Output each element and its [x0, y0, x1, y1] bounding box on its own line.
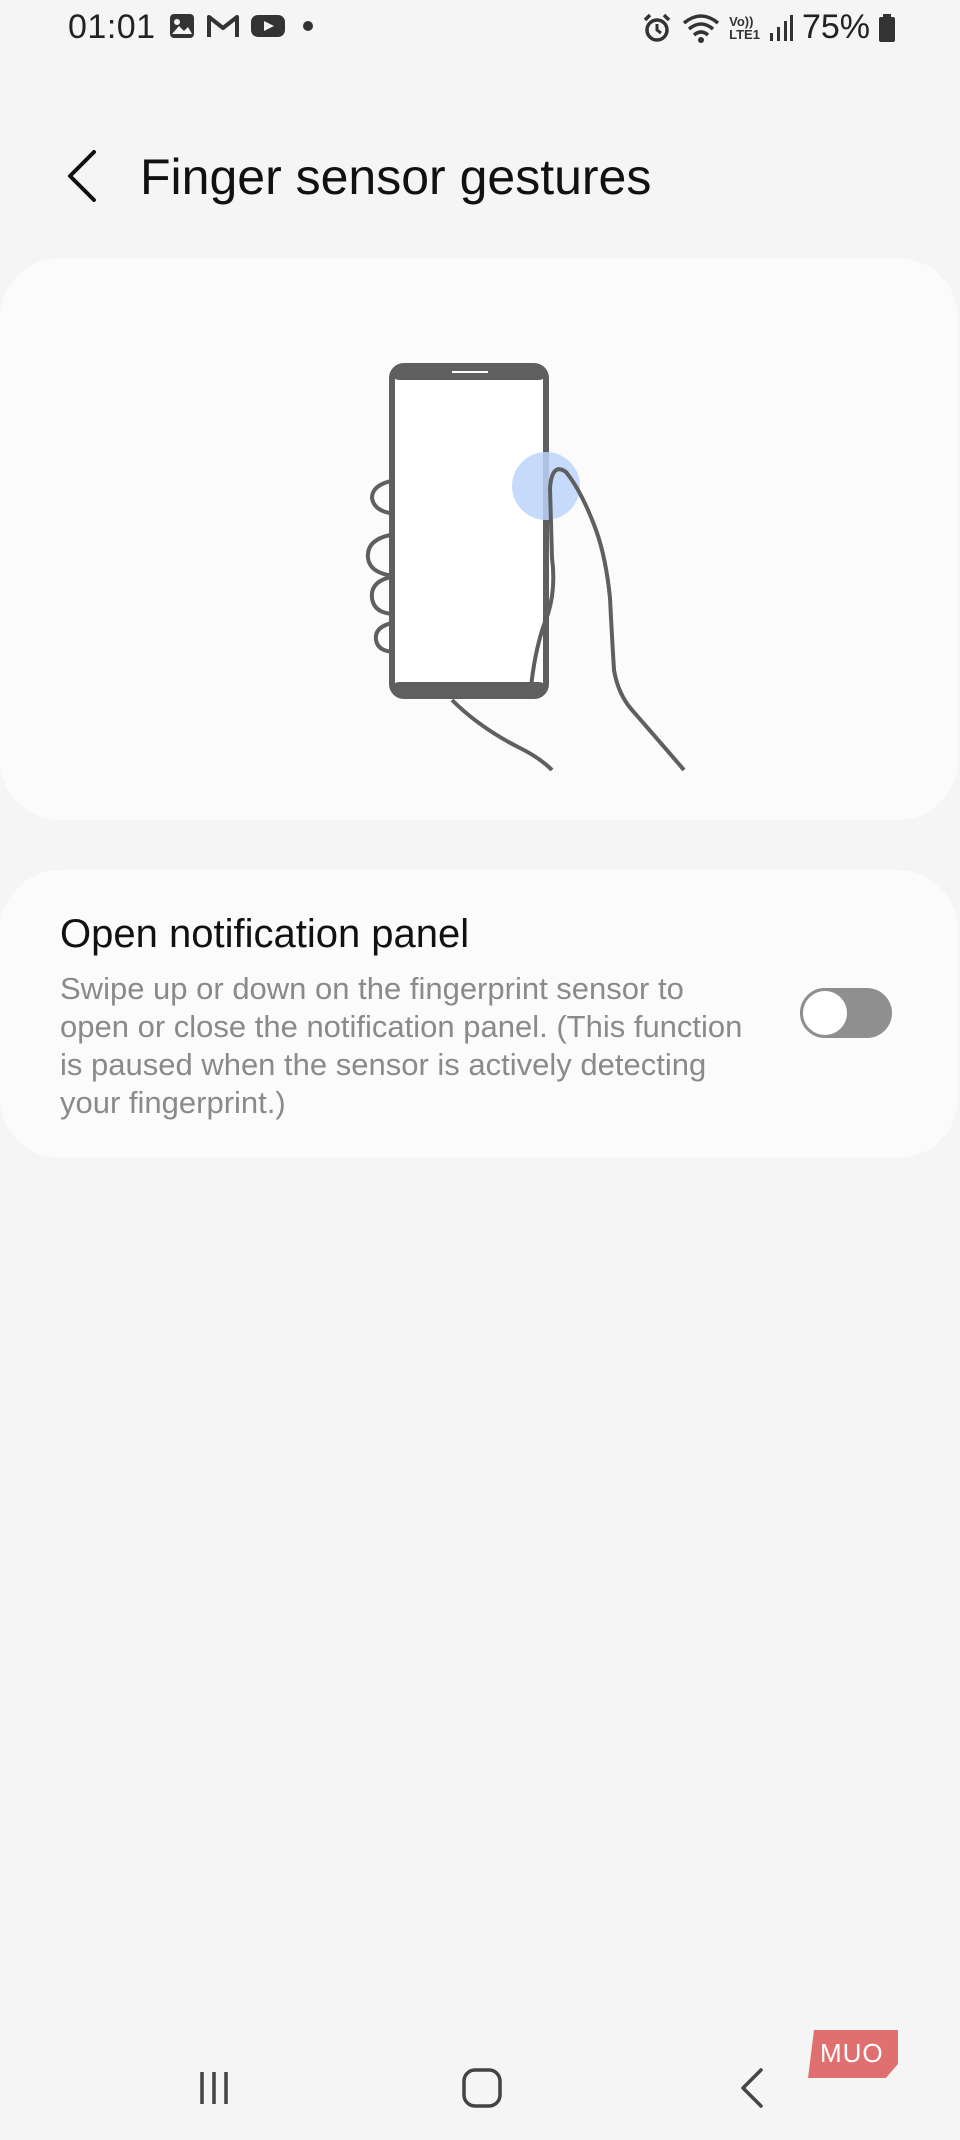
- hand-holding-phone-illustration: [365, 363, 686, 772]
- setting-description: Swipe up or down on the fingerprint sens…: [60, 971, 743, 1120]
- recents-icon: [194, 2068, 234, 2113]
- battery-percent: 75%: [801, 8, 870, 46]
- watermark-text: MUO: [820, 2038, 884, 2068]
- wifi-icon: [681, 12, 721, 44]
- setting-card-open-notification-panel[interactable]: Open notification panel Swipe up or down…: [0, 870, 958, 1158]
- battery-icon: [878, 13, 896, 43]
- app-header: Finger sensor gestures: [0, 140, 960, 220]
- signal-icon: [768, 13, 794, 43]
- status-bar: 01:01 Vo)) LTE1 75%: [0, 0, 960, 60]
- page-title: Finger sensor gestures: [140, 149, 652, 205]
- youtube-icon: [250, 12, 286, 40]
- muo-watermark: MUO: [804, 2030, 900, 2080]
- illustration-card: [0, 258, 958, 820]
- volte-lte-icon: Vo)) LTE1: [729, 15, 760, 41]
- chevron-left-icon: [64, 148, 100, 209]
- back-icon: [737, 2066, 767, 2115]
- status-notification-icons: [168, 12, 320, 40]
- toggle-knob: [800, 988, 850, 1038]
- setting-title: Open notification panel: [60, 912, 470, 956]
- nav-back-button[interactable]: [722, 2060, 782, 2120]
- gallery-icon: [168, 12, 196, 40]
- home-button[interactable]: [452, 2060, 512, 2120]
- back-button[interactable]: [52, 146, 112, 210]
- volte-label: Vo)): [729, 13, 754, 29]
- gmail-icon: [206, 12, 240, 40]
- open-notification-panel-toggle[interactable]: [800, 988, 892, 1038]
- dot-icon: [296, 12, 320, 40]
- recents-button[interactable]: [184, 2060, 244, 2120]
- home-icon: [460, 2066, 504, 2115]
- alarm-icon: [641, 12, 673, 44]
- status-time: 01:01: [68, 8, 156, 46]
- status-system-icons: Vo)) LTE1 75%: [641, 8, 896, 47]
- lte-label: LTE1: [729, 26, 760, 42]
